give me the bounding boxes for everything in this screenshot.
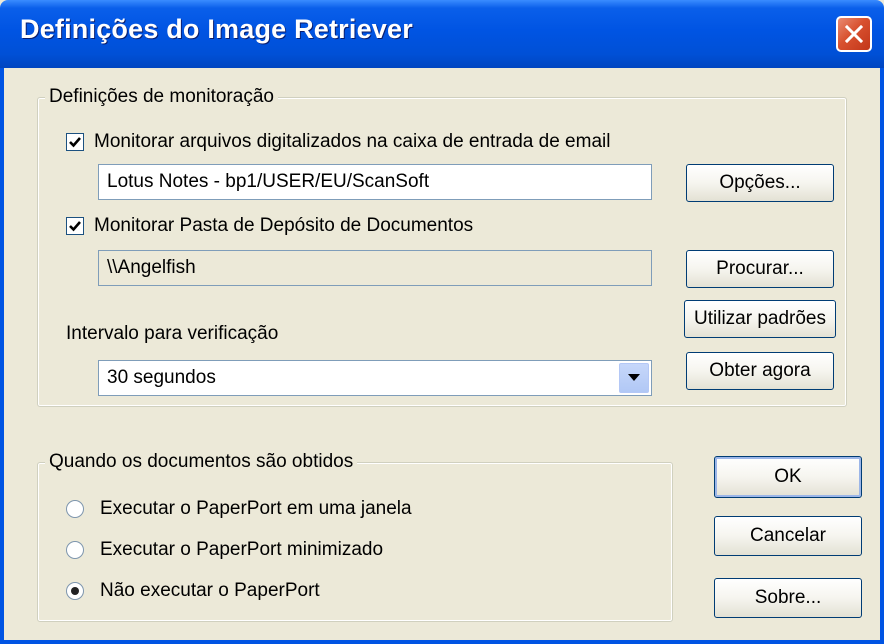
about-button[interactable]: Sobre... <box>714 578 862 618</box>
options-button[interactable]: Opções... <box>686 164 834 202</box>
ok-button[interactable]: OK <box>714 456 862 498</box>
radio-button[interactable] <box>66 541 84 559</box>
close-button[interactable] <box>836 16 872 52</box>
radio-button[interactable] <box>66 582 84 600</box>
checkmark-icon <box>69 137 81 148</box>
close-icon <box>845 25 863 43</box>
chevron-down-icon <box>628 374 640 381</box>
use-defaults-button[interactable]: Utilizar padrões <box>684 300 836 338</box>
interval-select[interactable]: 30 segundos <box>98 360 652 396</box>
monitor-folder-label: Monitorar Pasta de Depósito de Documento… <box>94 215 474 236</box>
browse-button[interactable]: Procurar... <box>686 250 834 288</box>
monitor-folder-checkbox[interactable] <box>66 217 84 235</box>
email-source-field[interactable]: Lotus Notes - bp1/USER/EU/ScanSoft <box>98 164 652 200</box>
folder-path-field[interactable]: \\Angelfish <box>98 250 652 286</box>
title-bar: Definições do Image Retriever <box>0 0 884 68</box>
checkmark-icon <box>69 221 81 232</box>
cancel-button[interactable]: Cancelar <box>714 516 862 556</box>
when-obtained-group-legend: Quando os documentos são obtidos <box>45 451 358 473</box>
dropdown-button[interactable] <box>619 363 649 393</box>
monitor-folder-checkbox-row[interactable]: Monitorar Pasta de Depósito de Documento… <box>66 215 473 237</box>
window-title: Definições do Image Retriever <box>20 14 413 44</box>
interval-select-value: 30 segundos <box>107 367 216 388</box>
radio-label: Executar o PaperPort em uma janela <box>100 498 412 519</box>
radio-run-window[interactable]: Executar o PaperPort em uma janela <box>66 498 412 520</box>
monitor-email-label: Monitorar arquivos digitalizados na caix… <box>94 131 611 152</box>
monitoring-group-legend: Definições de monitoração <box>45 86 278 108</box>
radio-label: Não executar o PaperPort <box>100 580 320 601</box>
radio-label: Executar o PaperPort minimizado <box>100 539 384 560</box>
monitor-email-checkbox-row[interactable]: Monitorar arquivos digitalizados na caix… <box>66 131 610 153</box>
radio-do-not-run[interactable]: Não executar o PaperPort <box>66 580 320 602</box>
radio-button[interactable] <box>66 500 84 518</box>
interval-label: Intervalo para verificação <box>66 323 279 344</box>
fetch-now-button[interactable]: Obter agora <box>686 352 834 390</box>
monitor-email-checkbox[interactable] <box>66 133 84 151</box>
radio-run-minimized[interactable]: Executar o PaperPort minimizado <box>66 539 383 561</box>
